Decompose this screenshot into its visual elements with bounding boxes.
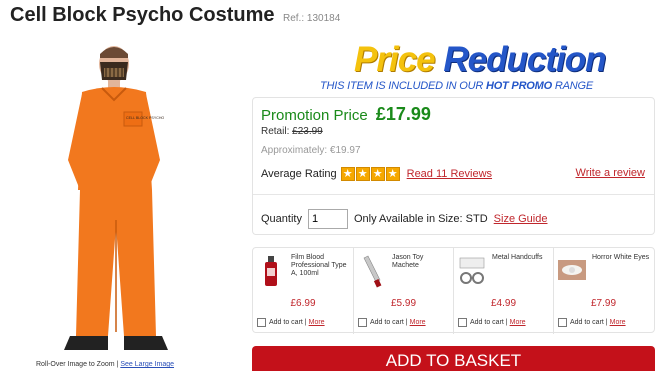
retail-price-label: Retail: bbox=[261, 126, 290, 137]
approximate-price: Approximately: €19.97 bbox=[261, 145, 361, 156]
related-item-name: Jason Toy Machete bbox=[392, 254, 424, 269]
read-reviews-link[interactable]: Read 11 Reviews bbox=[407, 168, 492, 180]
add-to-cart-row: Add to cart | More bbox=[257, 318, 325, 327]
more-link[interactable]: More bbox=[309, 319, 325, 326]
product-ref: Ref.: 130184 bbox=[282, 13, 341, 24]
star-icon: ★ bbox=[370, 167, 385, 181]
add-to-cart-checkbox[interactable] bbox=[458, 318, 467, 327]
product-title: Cell Block Psycho Costume bbox=[10, 4, 275, 26]
promo-sub-bold: HOT PROMO bbox=[485, 80, 552, 92]
zoom-hint: Roll-Over Image to Zoom bbox=[36, 361, 115, 368]
star-icon: ★ bbox=[355, 167, 370, 181]
add-to-cart-label: Add to cart | bbox=[470, 319, 508, 326]
average-rating: Average Rating ★ ★ ★ ★ Read 11 Reviews bbox=[261, 167, 492, 181]
rating-stars: ★ ★ ★ ★ bbox=[340, 167, 401, 181]
see-large-image-link[interactable]: See Large Image bbox=[120, 361, 174, 368]
related-item-price: £6.99 bbox=[290, 298, 316, 309]
more-link[interactable]: More bbox=[410, 319, 426, 326]
related-item-name: Horror White Eyes bbox=[592, 254, 650, 261]
add-to-cart-checkbox[interactable] bbox=[558, 318, 567, 327]
retail-price-value: £23.99 bbox=[292, 126, 323, 137]
banner-word-price: Price bbox=[354, 40, 436, 79]
quantity-label: Quantity bbox=[261, 213, 302, 225]
star-icon: ★ bbox=[385, 167, 400, 181]
add-to-cart-checkbox[interactable] bbox=[257, 318, 266, 327]
promotion-price: Promotion Price £17.99 bbox=[261, 104, 431, 125]
blood-bottle-icon bbox=[265, 256, 277, 286]
related-item[interactable]: Jason Toy Machete £5.99 Add to cart | Mo… bbox=[353, 248, 453, 334]
related-item-name: Film Blood Professional Type A, 100ml bbox=[291, 254, 347, 277]
panel-divider bbox=[253, 194, 654, 195]
price-reduction-heading: Price Reduction bbox=[354, 40, 606, 80]
related-item[interactable]: Horror White Eyes £7.99 Add to cart | Mo… bbox=[553, 248, 653, 334]
add-to-cart-row: Add to cart | More bbox=[558, 318, 626, 327]
machete-icon bbox=[363, 255, 382, 288]
add-to-cart-label: Add to cart | bbox=[269, 319, 307, 326]
product-header: Cell Block Psycho Costume Ref.: 130184 bbox=[10, 4, 340, 27]
quantity-input[interactable] bbox=[307, 209, 348, 229]
price-panel: Promotion Price £17.99 Retail: £23.99 Ap… bbox=[252, 97, 655, 235]
promo-sub-prefix: THIS ITEM IS INCLUDED IN OUR bbox=[320, 80, 484, 92]
more-link[interactable]: More bbox=[610, 319, 626, 326]
rating-label: Average Rating bbox=[261, 168, 337, 180]
product-image[interactable]: CELL BLOCK PSYCHO bbox=[40, 40, 200, 360]
add-to-basket-button[interactable]: ADD TO BASKET bbox=[252, 346, 655, 371]
add-to-cart-row: Add to cart | More bbox=[358, 318, 426, 327]
related-item-price: £4.99 bbox=[490, 298, 517, 309]
write-review-link[interactable]: Write a review bbox=[576, 167, 645, 179]
related-item-price: £7.99 bbox=[590, 298, 617, 309]
add-to-cart-label: Add to cart | bbox=[370, 319, 408, 326]
related-products: Film Blood Professional Type A, 100ml £6… bbox=[252, 247, 655, 334]
related-item[interactable]: Metal Handcuffs £4.99 Add to cart | More bbox=[453, 248, 553, 334]
promo-sub-suffix: RANGE bbox=[554, 80, 593, 92]
related-item[interactable]: Film Blood Professional Type A, 100ml £6… bbox=[253, 248, 353, 334]
size-availability: Only Available in Size: STD bbox=[353, 213, 488, 225]
retail-price: Retail: £23.99 bbox=[261, 126, 323, 137]
eye-icon bbox=[558, 260, 586, 280]
promotion-price-value: £17.99 bbox=[375, 104, 431, 124]
add-to-cart-checkbox[interactable] bbox=[358, 318, 367, 327]
promotion-price-label: Promotion Price bbox=[261, 107, 368, 124]
size-guide-link[interactable]: Size Guide bbox=[494, 213, 548, 225]
add-to-cart-row: Add to cart | More bbox=[458, 318, 526, 327]
star-icon: ★ bbox=[340, 167, 355, 181]
related-item-name: Metal Handcuffs bbox=[492, 254, 543, 261]
promo-subtitle: THIS ITEM IS INCLUDED IN OUR HOT PROMO R… bbox=[320, 80, 593, 92]
image-zoom-caption: Roll-Over Image to Zoom | See Large Imag… bbox=[36, 361, 175, 368]
quantity-row: Quantity Only Available in Size: STD Siz… bbox=[261, 209, 547, 229]
handcuffs-icon bbox=[459, 257, 485, 284]
add-to-cart-label: Add to cart | bbox=[570, 319, 608, 326]
banner-word-reduction: Reduction bbox=[443, 40, 606, 79]
price-reduction-banner: Price Reduction THIS ITEM IS INCLUDED IN… bbox=[318, 40, 606, 98]
more-link[interactable]: More bbox=[510, 319, 526, 326]
related-item-price: £5.99 bbox=[390, 298, 417, 309]
pocket-print: CELL BLOCK PSYCHO bbox=[126, 116, 164, 120]
